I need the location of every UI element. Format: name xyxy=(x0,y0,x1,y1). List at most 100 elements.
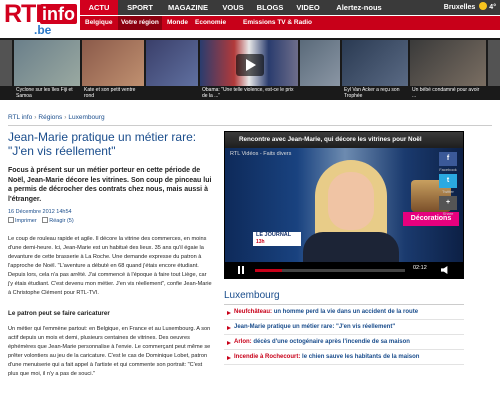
video-player[interactable]: Rencontre avec Jean-Marie, qui décore le… xyxy=(224,131,464,279)
twitter-icon[interactable]: t xyxy=(439,174,457,188)
share-label: Share xyxy=(442,211,454,216)
news-place: Incendie à Rochecourt: xyxy=(234,354,301,360)
subnav-economie[interactable]: Economie xyxy=(192,16,229,30)
breadcrumb: RTL info › Régions › Luxembourg xyxy=(8,114,105,121)
news-item[interactable]: Arlon: décès d'une octogénaire après l'i… xyxy=(224,335,464,350)
progress-bar[interactable] xyxy=(255,269,405,272)
breadcrumb-home[interactable]: RTL info xyxy=(8,114,32,121)
article-body: Le coup de rouleau rapide et agile. Il d… xyxy=(8,235,213,379)
news-item[interactable]: Neufchâteau: un homme perd la vie dans u… xyxy=(224,305,464,320)
thumb-image xyxy=(82,40,144,86)
thumb-image xyxy=(146,40,198,86)
presenter-face xyxy=(328,172,374,230)
volume-icon[interactable] xyxy=(441,266,448,274)
player-time: 02:12 xyxy=(413,265,427,271)
video-strip: Cyclone sur les îles Fiji et Samoa Kate … xyxy=(0,38,500,100)
video-thumb[interactable]: Cyclone sur les îles Fiji et Samoa xyxy=(14,40,80,98)
tab-sport[interactable]: SPORT xyxy=(120,0,160,15)
news-title: décès d'une octogénaire après l'incendie… xyxy=(253,339,410,345)
twitter-label: Twitter xyxy=(442,189,454,194)
lower-third-time: 13h xyxy=(256,239,265,245)
breadcrumb-separator: › xyxy=(34,114,37,121)
divider xyxy=(8,125,492,126)
tab-blogs[interactable]: BLOGS xyxy=(252,0,288,15)
video-thumb[interactable]: Kate et son petit ventre rond xyxy=(82,40,144,98)
player-controls: 02:12 xyxy=(225,262,463,278)
subnav-belgique[interactable]: Belgique xyxy=(82,16,115,30)
react-label: Réagir (5) xyxy=(49,218,74,225)
play-icon[interactable] xyxy=(236,54,264,76)
site-header: RTL info .be ACTU SPORT MAGAZINE VOUS BL… xyxy=(0,0,500,38)
facebook-label: Facebook xyxy=(439,167,457,172)
thumb-caption: Cyclone sur les îles Fiji et Samoa xyxy=(16,87,73,98)
logo-info: info xyxy=(40,4,77,24)
thumb-caption: Kate et son petit ventre rond xyxy=(84,87,136,98)
sidebar-title: Luxembourg xyxy=(224,290,464,305)
news-place: Arlon: xyxy=(234,339,252,345)
rtl-info-logo[interactable]: RTL info .be xyxy=(4,2,77,37)
lower-third: LE JOURNAL 13h xyxy=(253,232,301,246)
tab-vous[interactable]: VOUS xyxy=(216,0,250,15)
article-date: 16 Décembre 2012 14h54 xyxy=(8,209,72,216)
tab-video[interactable]: VIDEO xyxy=(290,0,326,15)
tab-actu[interactable]: ACTU xyxy=(80,0,118,15)
react-button[interactable]: Réagir (5) xyxy=(42,217,74,225)
facebook-icon[interactable]: f xyxy=(439,152,457,166)
subnav-monde[interactable]: Monde xyxy=(164,16,191,30)
weather-widget[interactable]: Bruxelles 4° xyxy=(444,0,500,15)
sub-nav: Belgique Votre région Monde Economie Emi… xyxy=(80,16,500,30)
news-title: le chien sauve les habitants de la maiso… xyxy=(302,354,420,360)
breadcrumb-luxembourg[interactable]: Luxembourg xyxy=(68,114,104,121)
player-channel: RTL Vidéos - Faits divers xyxy=(230,151,292,157)
weather-city: Bruxelles xyxy=(443,4,476,11)
article-tools: Imprimer Réagir (5) xyxy=(8,217,213,227)
thumb-image xyxy=(410,40,486,86)
weather-temp: 4° xyxy=(489,4,496,11)
logo-tld: .be xyxy=(34,23,52,37)
thumb-caption: Un bébé condamné pour avoir ... xyxy=(412,87,480,98)
video-thumb[interactable]: Eyl Van Acker a reçu son Trophée xyxy=(342,40,408,98)
thumb-caption xyxy=(146,87,198,98)
news-place: Neufchâteau: xyxy=(234,309,273,315)
article-subheading: Le patron peut se faire caricaturer xyxy=(8,310,110,318)
thumb-image xyxy=(14,40,80,86)
article: Jean-Marie pratique un métier rare: "J'e… xyxy=(8,130,213,379)
article-headline: Jean-Marie pratique un métier rare: "J'e… xyxy=(8,130,197,158)
breadcrumb-separator: › xyxy=(64,114,67,121)
breadcrumb-regions[interactable]: Régions xyxy=(38,114,62,121)
sun-icon xyxy=(479,2,488,10)
main-nav: ACTU SPORT MAGAZINE VOUS BLOGS VIDEO Ale… xyxy=(80,0,500,15)
strip-next-arrow[interactable] xyxy=(488,40,500,86)
print-button[interactable]: Imprimer xyxy=(8,217,37,224)
article-paragraph: Le coup de rouleau rapide et agile. Il d… xyxy=(8,236,212,297)
news-item[interactable]: Incendie à Rochecourt: le chien sauve le… xyxy=(224,350,464,365)
pause-icon[interactable] xyxy=(237,266,245,274)
article-lead: Focus à présent sur un métier porteur en… xyxy=(8,167,212,203)
strip-prev-arrow[interactable] xyxy=(0,40,12,86)
lower-third-title: LE JOURNAL xyxy=(256,232,292,238)
thumb-image xyxy=(342,40,408,86)
thumb-caption: Obama: "Une telle violence, est-ce le pr… xyxy=(202,87,294,98)
region-news-sidebar: Luxembourg Neufchâteau: un homme perd la… xyxy=(224,290,464,365)
news-title: Jean-Marie pratique un métier rare: "J'e… xyxy=(234,324,396,330)
video-thumb[interactable] xyxy=(300,40,340,98)
news-title: un homme perd la vie dans un accident de… xyxy=(273,309,419,315)
tab-alertez-nous[interactable]: Alertez-nous xyxy=(330,0,388,15)
subnav-votre-region[interactable]: Votre région xyxy=(118,16,162,30)
thumb-image xyxy=(300,40,340,86)
share-icons: f Facebook t Twitter + Share xyxy=(439,152,457,218)
video-thumb[interactable] xyxy=(146,40,198,98)
tab-magazine[interactable]: MAGAZINE xyxy=(162,0,214,15)
print-icon xyxy=(8,217,14,224)
thumb-caption: Eyl Van Acker a reçu son Trophée xyxy=(344,87,400,98)
subnav-emissions[interactable]: Emissions TV & Radio xyxy=(240,16,315,30)
thumb-caption xyxy=(300,87,340,98)
player-title: Rencontre avec Jean-Marie, qui décore le… xyxy=(225,132,463,148)
share-icon[interactable]: + xyxy=(439,196,457,210)
presenter-body xyxy=(303,232,399,264)
video-thumb[interactable]: Un bébé condamné pour avoir ... xyxy=(410,40,486,98)
news-item[interactable]: Jean-Marie pratique un métier rare: "J'e… xyxy=(224,320,464,335)
comment-icon xyxy=(42,217,49,224)
article-paragraph: Un métier qui l'emmène partout: en Belgi… xyxy=(8,326,211,378)
print-label: Imprimer xyxy=(15,218,37,225)
